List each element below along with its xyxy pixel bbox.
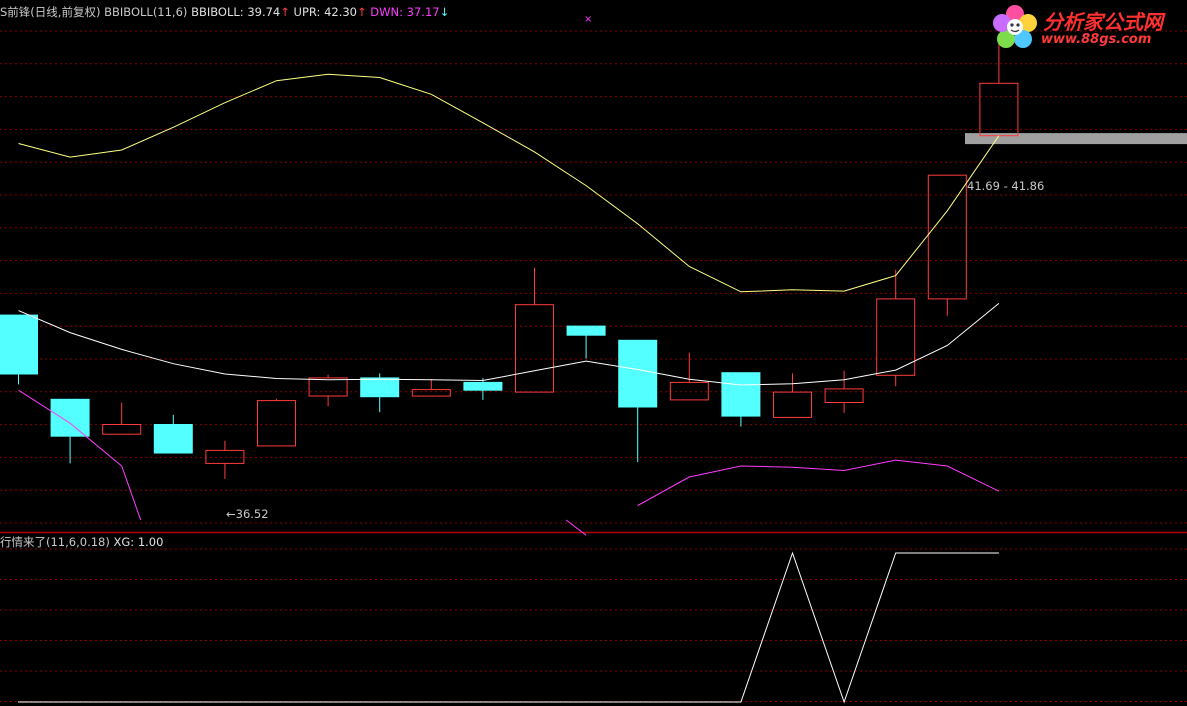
candle-down	[360, 377, 400, 398]
candle-down	[566, 325, 606, 336]
flower-logo-icon	[993, 5, 1037, 48]
candle-up	[257, 400, 296, 447]
site-logo: 分析家公式网 www.88gs.com	[991, 4, 1177, 50]
dwn-line	[637, 459, 1000, 506]
candle-up	[669, 381, 709, 401]
xg-value: XG: 1.00	[113, 535, 164, 549]
candle-down	[463, 381, 503, 391]
candle-up	[773, 391, 812, 418]
candle-up	[979, 82, 1019, 137]
bbiboll-value: BBIBOLL: 39.74	[191, 5, 281, 19]
dwn-value: DWN: 37.17	[370, 5, 440, 19]
candle-up	[102, 424, 142, 435]
xg-line	[18, 551, 999, 704]
bbiboll-line	[18, 303, 1000, 386]
indicator-name: BBIBOLL(11,6)	[104, 5, 188, 19]
stock-title: S前锋(日线,前复权)	[0, 5, 101, 19]
cross-marker-icon: ×	[584, 14, 593, 25]
arrow-left-icon: ←	[226, 507, 236, 521]
arrow-up-icon: ↑	[357, 5, 367, 19]
dwn-line	[121, 465, 142, 521]
upr-value: UPR: 42.30	[293, 5, 357, 19]
candle-up	[824, 388, 864, 403]
candle-down	[153, 424, 193, 454]
candle-up	[308, 377, 348, 397]
candle-down	[721, 372, 761, 417]
low-price-annotation: ←36.52	[226, 507, 269, 521]
candle-up	[515, 304, 554, 393]
candle-up	[927, 174, 967, 300]
arrow-up-icon: ↑	[280, 5, 290, 19]
price-highlight-bar	[965, 133, 1187, 145]
chart-canvas[interactable]	[0, 0, 1187, 706]
logo-url: www.88gs.com	[1041, 32, 1152, 47]
arrow-down-icon: ↓	[439, 5, 450, 19]
upr-line	[18, 73, 1000, 293]
logo-title: 分析家公式网	[1043, 10, 1163, 34]
sub-indicator-title: 行情来了(11,6,0.18)	[0, 535, 110, 549]
main-panel-header: S前锋(日线,前复权) BBIBOLL(11,6) BBIBOLL: 39.74…	[0, 5, 449, 19]
candle-down	[618, 339, 658, 408]
candle-down	[0, 314, 38, 375]
candle-down	[50, 398, 90, 437]
candle-up	[411, 389, 451, 397]
sub-panel-header: 行情来了(11,6,0.18) XG: 1.00	[0, 535, 163, 549]
price-range-annotation: 41.69 - 41.86	[967, 179, 1045, 193]
